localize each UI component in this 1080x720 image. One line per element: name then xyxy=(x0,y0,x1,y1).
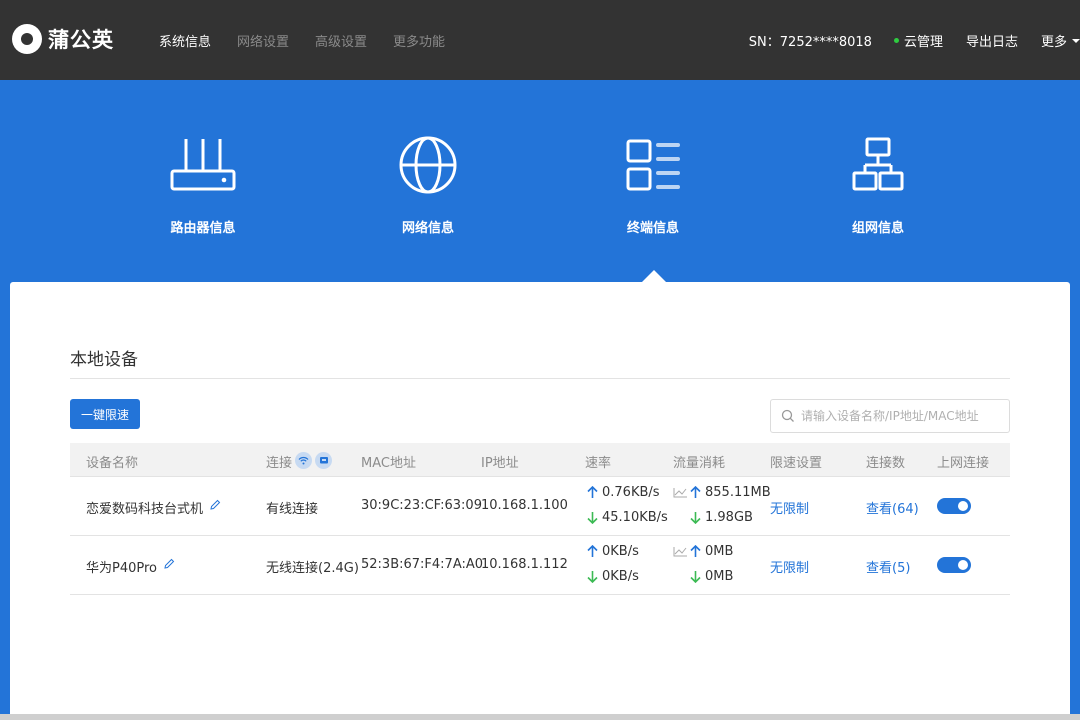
col-traffic: 流量消耗 xyxy=(673,456,726,471)
more-label: 更多 xyxy=(1040,35,1067,50)
search-box[interactable] xyxy=(770,399,1010,433)
cloud-manage-label: 云管理 xyxy=(903,35,943,50)
table-row: 华为P40Pro 无线连接(2.4G) 52:3B:67:F4:7A:A0 10… xyxy=(70,536,1010,595)
ip-address: 10.168.1.100 xyxy=(481,498,568,513)
col-device-name: 设备名称 xyxy=(86,456,139,471)
arrow-up-icon xyxy=(587,545,598,557)
more-menu[interactable]: 更多 xyxy=(1041,31,1080,50)
feature-group-info[interactable]: 组网信息 xyxy=(808,135,948,236)
col-ip: IP地址 xyxy=(481,456,519,471)
globe-icon xyxy=(399,136,457,194)
traffic-cell: 855.11MB 1.98GB xyxy=(673,485,771,525)
topology-icon xyxy=(852,137,904,191)
table-row: 恋爱数码科技台式机 有线连接 30:9C:23:CF:63:09 10.168.… xyxy=(70,477,1010,536)
col-rate: 速率 xyxy=(585,456,612,471)
top-right-actions: SN：7252****8018 云管理 导出日志 更多 xyxy=(749,31,1080,50)
nav-network-settings[interactable]: 网络设置 xyxy=(237,31,289,50)
rate-cell: 0.76KB/s 45.10KB/s xyxy=(587,485,668,525)
col-connection: 连接 xyxy=(266,456,293,471)
line-chart-icon[interactable] xyxy=(673,487,688,498)
one-click-limit-button[interactable]: 一键限速 xyxy=(70,399,140,429)
status-dot-icon xyxy=(893,38,899,43)
upload-traffic: 0MB xyxy=(705,544,734,559)
nav-more-features[interactable]: 更多功能 xyxy=(393,31,445,50)
feature-label-group: 组网信息 xyxy=(851,221,904,236)
device-name: 华为P40Pro xyxy=(86,561,158,576)
main-nav: 系统信息 网络设置 高级设置 更多功能 xyxy=(159,31,471,50)
toggle-knob xyxy=(958,501,968,511)
connections-link[interactable]: 查看(5) xyxy=(866,557,910,576)
dandelion-logo-icon xyxy=(12,24,42,54)
col-connections: 连接数 xyxy=(866,456,906,471)
traffic-cell: 0MB 0MB xyxy=(673,544,733,584)
active-tab-pointer xyxy=(642,270,666,282)
rate-cell: 0KB/s 0KB/s xyxy=(587,544,639,584)
arrow-down-icon xyxy=(690,512,701,524)
horizontal-scrollbar[interactable] xyxy=(0,714,1080,720)
arrow-down-icon xyxy=(690,571,701,583)
pencil-icon[interactable] xyxy=(209,499,221,511)
upload-rate: 0KB/s xyxy=(602,544,639,559)
download-rate: 0KB/s xyxy=(602,569,639,584)
wifi-icon[interactable] xyxy=(295,452,312,469)
arrow-down-icon xyxy=(587,571,598,583)
online-toggle[interactable] xyxy=(937,557,971,573)
search-input[interactable] xyxy=(801,409,1001,423)
feature-router-info[interactable]: 路由器信息 xyxy=(133,135,273,236)
brand-name: 蒲公英 xyxy=(48,28,114,52)
router-icon xyxy=(170,139,236,191)
search-icon xyxy=(781,409,794,422)
arrow-up-icon xyxy=(690,486,701,498)
mac-address: 30:9C:23:CF:63:09 xyxy=(361,498,482,513)
ethernet-icon[interactable] xyxy=(315,452,332,469)
export-log-link[interactable]: 导出日志 xyxy=(966,31,1018,50)
speed-limit-link[interactable]: 无限制 xyxy=(770,557,809,576)
feature-label-router: 路由器信息 xyxy=(170,221,236,236)
feature-network-info[interactable]: 网络信息 xyxy=(358,135,498,236)
arrow-up-icon xyxy=(587,486,598,498)
content-panel: 本地设备 一键限速 设备名称 连接 xyxy=(10,282,1070,720)
nav-system-info[interactable]: 系统信息 xyxy=(159,31,211,50)
connection-filter-icons xyxy=(295,452,335,469)
toggle-knob xyxy=(958,560,968,570)
ip-address: 10.168.1.112 xyxy=(481,557,568,572)
speed-limit-link[interactable]: 无限制 xyxy=(770,498,809,517)
connections-link[interactable]: 查看(64) xyxy=(866,498,919,517)
col-mac: MAC地址 xyxy=(361,456,416,471)
connection-type: 无线连接(2.4G) xyxy=(266,561,359,576)
section-title: 本地设备 xyxy=(70,350,138,370)
upload-traffic: 855.11MB xyxy=(705,485,771,500)
device-name-cell: 恋爱数码科技台式机 xyxy=(86,498,221,517)
connection-type: 有线连接 xyxy=(266,502,319,517)
feature-label-network: 网络信息 xyxy=(401,221,454,236)
pencil-icon[interactable] xyxy=(163,558,175,570)
download-rate: 45.10KB/s xyxy=(602,510,668,525)
section-divider xyxy=(70,378,1010,379)
col-online: 上网连接 xyxy=(937,456,990,471)
upload-rate: 0.76KB/s xyxy=(602,485,660,500)
line-chart-icon[interactable] xyxy=(673,546,688,557)
col-limit: 限速设置 xyxy=(770,456,823,471)
mac-address: 52:3B:67:F4:7A:A0 xyxy=(361,557,484,572)
download-traffic: 0MB xyxy=(705,569,734,584)
online-toggle[interactable] xyxy=(937,498,971,514)
device-name-cell: 华为P40Pro xyxy=(86,557,175,576)
serial-number: SN：7252****8018 xyxy=(748,35,872,50)
arrow-up-icon xyxy=(690,545,701,557)
arrow-down-icon xyxy=(587,512,598,524)
caret-down-icon xyxy=(1072,38,1080,43)
nav-advanced-settings[interactable]: 高级设置 xyxy=(315,31,367,50)
device-list-icon xyxy=(626,139,680,191)
top-bar: 蒲公英 系统信息 网络设置 高级设置 更多功能 SN：7252****8018 … xyxy=(0,0,1080,80)
logo[interactable]: 蒲公英 xyxy=(12,24,114,54)
feature-terminal-info[interactable]: 终端信息 xyxy=(583,135,723,236)
download-traffic: 1.98GB xyxy=(705,510,753,525)
cloud-manage-link[interactable]: 云管理 xyxy=(893,31,943,50)
table-header: 设备名称 连接 MAC地址 IP地址 速率 流量消耗 限速设置 连接数 上网连接 xyxy=(70,443,1010,477)
feature-label-terminal: 终端信息 xyxy=(626,221,679,236)
device-name: 恋爱数码科技台式机 xyxy=(86,502,204,517)
